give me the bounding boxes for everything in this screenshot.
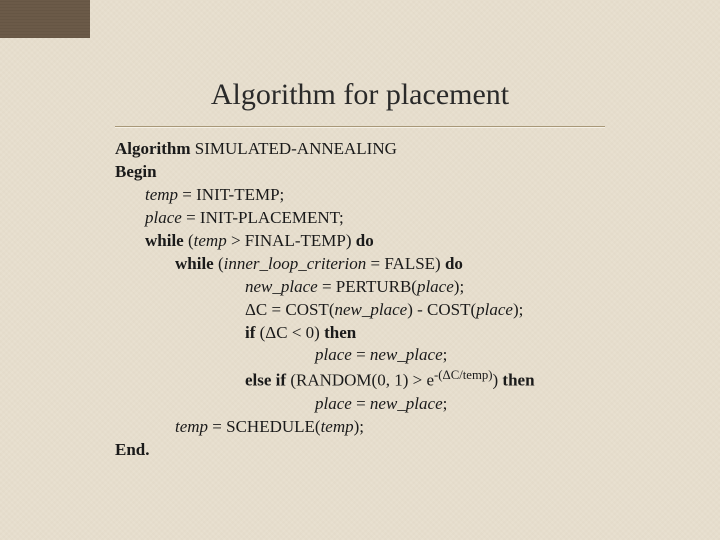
algo-line-3: temp = INIT-TEMP; — [115, 184, 605, 207]
algo-line-9: if (ΔC < 0) then — [115, 322, 605, 345]
algo-line-12: place = new_place; — [115, 393, 605, 416]
algo-line-13: temp = SCHEDULE(temp); — [115, 416, 605, 439]
algo-line-10: place = new_place; — [115, 344, 605, 367]
algo-line-4: place = INIT-PLACEMENT; — [115, 207, 605, 230]
algo-line-7: new_place = PERTURB(place); — [115, 276, 605, 299]
algorithm-body: Algorithm SIMULATED-ANNEALING Begin temp… — [0, 128, 720, 462]
algo-line-2: Begin — [115, 161, 605, 184]
corner-decoration — [0, 0, 90, 38]
algo-line-14: End. — [115, 439, 605, 462]
algo-line-5: while (temp > FINAL-TEMP) do — [115, 230, 605, 253]
algo-line-8: ΔC = COST(new_place) - COST(place); — [115, 299, 605, 322]
algo-line-11: else if (RANDOM(0, 1) > e-(ΔC/temp)) the… — [115, 367, 605, 393]
algo-line-6: while (inner_loop_criterion = FALSE) do — [115, 253, 605, 276]
algo-line-1: Algorithm SIMULATED-ANNEALING — [115, 138, 605, 161]
slide-title: Algorithm for placement — [0, 0, 720, 126]
